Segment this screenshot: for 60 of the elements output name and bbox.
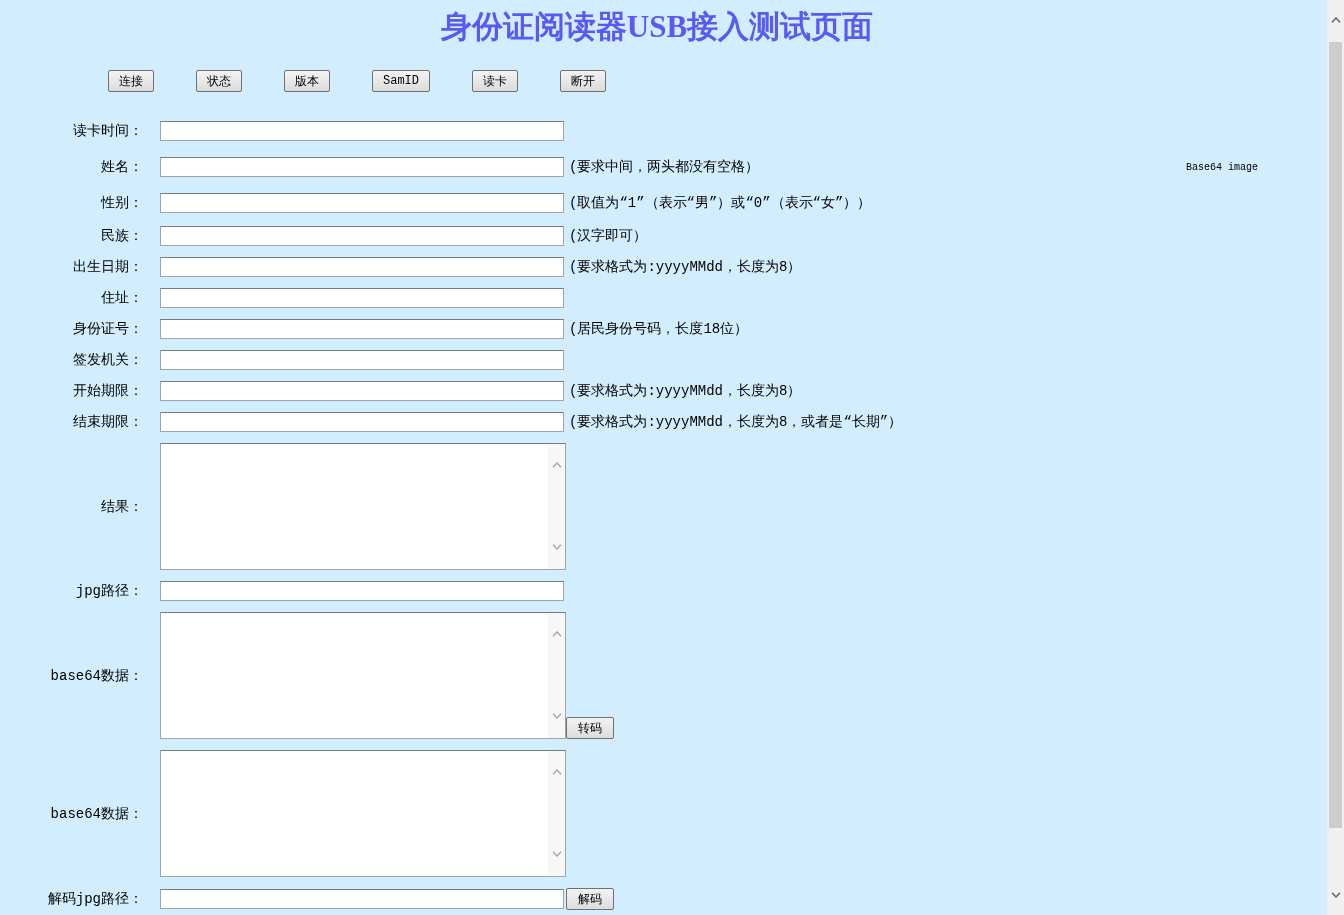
scroll-up-icon[interactable] xyxy=(551,462,562,468)
field-hint: (居民身份号码，长度18位） xyxy=(568,320,749,338)
scroll-up-icon[interactable] xyxy=(551,769,562,775)
field-label: 解码jpg路径： xyxy=(47,890,144,908)
image-alt-text: Base64 image xyxy=(1186,161,1258,173)
field-label: 姓名： xyxy=(101,158,144,176)
text-input[interactable] xyxy=(160,381,564,401)
field-hint: (汉字即可） xyxy=(568,227,648,245)
scroll-down-icon[interactable] xyxy=(551,544,562,550)
scroll-down-icon[interactable] xyxy=(551,851,562,857)
text-input[interactable] xyxy=(160,889,564,909)
field-hint: (要求格式为:yyyyMMdd，长度为8） xyxy=(568,382,802,400)
toolbar-button[interactable]: 版本 xyxy=(284,70,330,92)
text-input[interactable] xyxy=(160,412,564,432)
field-label: 身份证号： xyxy=(73,320,144,338)
textarea-field[interactable] xyxy=(160,443,566,570)
toolbar-button[interactable]: 连接 xyxy=(108,70,154,92)
textarea-scrollbar[interactable] xyxy=(548,751,565,876)
textarea-scrollbar[interactable] xyxy=(548,444,565,569)
scrollbar-thumb[interactable] xyxy=(1329,42,1342,828)
action-button[interactable]: 转码 xyxy=(566,717,614,739)
toolbar-button[interactable]: SamID xyxy=(372,70,430,92)
text-input[interactable] xyxy=(160,192,564,213)
scroll-down-icon[interactable] xyxy=(551,713,562,719)
toolbar-button[interactable]: 断开 xyxy=(560,70,606,92)
text-input[interactable] xyxy=(160,319,564,339)
textarea-field[interactable] xyxy=(160,750,566,877)
text-input[interactable] xyxy=(160,257,564,277)
field-label: 签发机关： xyxy=(73,351,144,369)
field-label: 住址： xyxy=(101,289,144,307)
text-input[interactable] xyxy=(160,350,564,370)
page-scrollbar[interactable] xyxy=(1327,0,1344,915)
field-hint: (要求中间，两头都没有空格） xyxy=(568,158,760,176)
textarea-scrollbar[interactable] xyxy=(548,613,565,738)
field-label: base64数据： xyxy=(50,804,144,823)
scroll-up-icon[interactable] xyxy=(551,631,562,637)
text-input[interactable] xyxy=(160,288,564,308)
toolbar-button[interactable]: 读卡 xyxy=(472,70,518,92)
text-input[interactable] xyxy=(160,226,564,246)
text-input[interactable] xyxy=(160,581,564,601)
text-input[interactable] xyxy=(160,121,564,142)
field-hint: (要求格式为:yyyyMMdd，长度为8） xyxy=(568,258,802,276)
action-button[interactable]: 解码 xyxy=(566,888,614,910)
textarea-field[interactable] xyxy=(160,612,566,739)
field-label: 读卡时间： xyxy=(73,122,144,141)
text-input[interactable] xyxy=(160,157,564,177)
field-label: 出生日期： xyxy=(73,258,144,276)
field-label: base64数据： xyxy=(50,666,144,685)
field-label: 结果： xyxy=(101,497,144,516)
scroll-down-icon[interactable] xyxy=(1330,892,1341,898)
field-label: 结束期限： xyxy=(73,413,144,431)
field-label: 性别： xyxy=(101,193,144,212)
scroll-up-icon[interactable] xyxy=(1330,17,1341,23)
page-title: 身份证阅读器USB接入测试页面 xyxy=(440,8,874,46)
field-label: 开始期限： xyxy=(73,382,144,400)
field-hint: (要求格式为:yyyyMMdd，长度为8，或者是“长期”） xyxy=(568,413,903,431)
field-hint: (取值为“1”（表示“男”）或“0”（表示“女”）） xyxy=(568,193,872,212)
field-label: 民族： xyxy=(101,227,144,245)
toolbar-button[interactable]: 状态 xyxy=(196,70,242,92)
field-label: jpg路径： xyxy=(75,582,144,600)
